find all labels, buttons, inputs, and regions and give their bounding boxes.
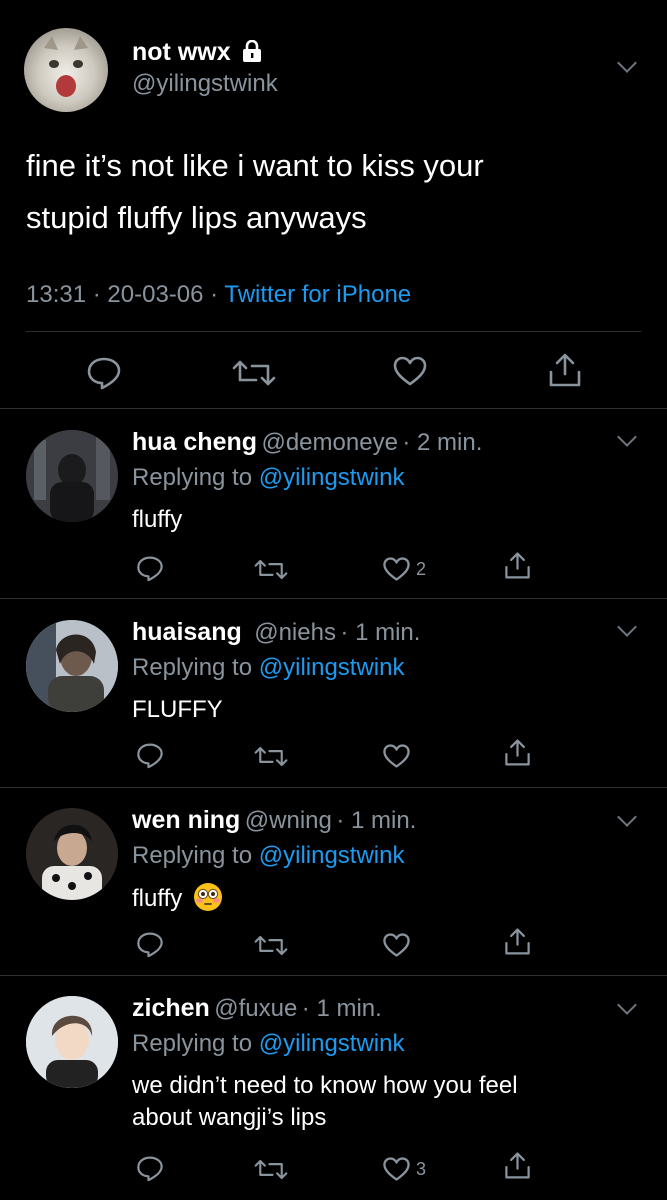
replying-to-handle[interactable]: @yilingstwink xyxy=(259,654,405,681)
reply-text-content: fluffy xyxy=(132,885,183,912)
replying-to: Replying to @yilingstwink xyxy=(132,842,404,870)
replying-to-label: Replying to xyxy=(132,1030,253,1057)
reply-text: fluffy xyxy=(132,506,183,533)
divider xyxy=(0,787,667,788)
reply-text: fluffy xyxy=(132,882,223,921)
chevron-down-icon[interactable] xyxy=(617,53,637,73)
reply-icon[interactable] xyxy=(136,931,164,958)
reply-icon[interactable] xyxy=(136,742,164,769)
author-handle[interactable]: @yilingstwink xyxy=(132,70,278,98)
chevron-down-icon[interactable] xyxy=(617,807,637,827)
reply-name[interactable]: huaisang xyxy=(132,618,242,646)
tweet-time: 13:31 xyxy=(26,281,87,308)
share-icon[interactable] xyxy=(548,352,582,388)
reply-avatar[interactable] xyxy=(26,996,118,1088)
like-count: 3 xyxy=(416,1159,427,1179)
reply-header: hua cheng @demoneye · 2 min. xyxy=(132,428,482,457)
retweet-icon[interactable] xyxy=(254,934,288,957)
reply-handle[interactable]: @demoneye xyxy=(261,429,397,456)
meta-separator: · xyxy=(92,281,101,308)
like-icon[interactable] xyxy=(382,932,411,958)
reply-header: huaisang @niehs · 1 min. xyxy=(132,618,420,647)
reply-avatar[interactable] xyxy=(26,430,118,522)
reply-name[interactable]: zichen xyxy=(132,994,210,1022)
tweet-source-link[interactable]: Twitter for iPhone xyxy=(224,281,411,308)
author-avatar[interactable] xyxy=(24,28,108,112)
reply-time: · 2 min. xyxy=(402,429,483,456)
replying-to-handle[interactable]: @yilingstwink xyxy=(259,842,405,869)
retweet-icon[interactable] xyxy=(254,1158,288,1181)
divider xyxy=(0,598,667,599)
like-icon[interactable] xyxy=(382,1156,411,1182)
reply-text: we didn’t need to know how you feel abou… xyxy=(132,1070,518,1134)
chevron-down-icon[interactable] xyxy=(617,995,637,1015)
share-icon[interactable] xyxy=(504,1151,531,1180)
share-icon[interactable] xyxy=(504,927,531,956)
divider xyxy=(26,331,641,332)
tweet-date: 20-03-06 xyxy=(107,281,204,308)
like-count: 2 xyxy=(416,559,427,579)
like-icon[interactable] xyxy=(382,743,411,769)
flushed-face-emoji xyxy=(193,882,223,921)
replying-to: Replying to @yilingstwink xyxy=(132,1030,404,1058)
meta-separator: · xyxy=(210,281,219,308)
reply-text: FLUFFY xyxy=(132,696,223,723)
reply-time: · 1 min. xyxy=(301,995,382,1022)
replying-to-label: Replying to xyxy=(132,654,253,681)
reply-name[interactable]: wen ning xyxy=(132,806,240,834)
divider xyxy=(0,975,667,976)
reply-time: · 1 min. xyxy=(336,807,417,834)
reply-text-line: about wangji’s lips xyxy=(132,1104,327,1131)
chevron-down-icon[interactable] xyxy=(617,617,637,637)
reply-name[interactable]: hua cheng xyxy=(132,428,257,456)
replying-to: Replying to @yilingstwink xyxy=(132,654,404,682)
reply-avatar[interactable] xyxy=(26,620,118,712)
replying-to: Replying to @yilingstwink xyxy=(132,464,404,492)
reply-handle[interactable]: @wning xyxy=(245,807,332,834)
tweet-text-line: fine it’s not like i want to kiss your xyxy=(26,148,484,183)
reply-handle[interactable]: @fuxue xyxy=(214,995,297,1022)
retweet-icon[interactable] xyxy=(254,745,288,768)
like-icon[interactable] xyxy=(382,556,411,582)
reply-text-line: we didn’t need to know how you feel xyxy=(132,1072,518,1099)
author-name[interactable]: not wwx xyxy=(132,38,262,69)
replying-to-handle[interactable]: @yilingstwink xyxy=(259,464,405,491)
replying-to-handle[interactable]: @yilingstwink xyxy=(259,1030,405,1057)
share-icon[interactable] xyxy=(504,738,531,767)
divider xyxy=(0,408,667,409)
chevron-down-icon[interactable] xyxy=(617,427,637,447)
retweet-icon[interactable] xyxy=(232,358,276,388)
tweet-meta: 13:31 · 20-03-06 · Twitter for iPhone xyxy=(26,281,411,309)
tweet-text-line: stupid fluffy lips anyways xyxy=(26,200,367,235)
reply-handle[interactable]: @niehs xyxy=(254,619,336,646)
lock-icon xyxy=(242,39,262,69)
reply-icon[interactable] xyxy=(136,555,164,582)
reply-icon[interactable] xyxy=(136,1155,164,1182)
reply-time: · 1 min. xyxy=(340,619,421,646)
replying-to-label: Replying to xyxy=(132,464,253,491)
reply-avatar[interactable] xyxy=(26,808,118,900)
reply-icon[interactable] xyxy=(86,356,122,390)
replying-to-label: Replying to xyxy=(132,842,253,869)
reply-header: zichen @fuxue · 1 min. xyxy=(132,994,382,1023)
author-name-text: not wwx xyxy=(132,38,231,66)
like-icon[interactable] xyxy=(392,355,428,387)
share-icon[interactable] xyxy=(504,551,531,580)
reply-header: wen ning @wning · 1 min. xyxy=(132,806,416,835)
tweet-text: fine it’s not like i want to kiss your s… xyxy=(26,140,484,244)
retweet-icon[interactable] xyxy=(254,558,288,581)
